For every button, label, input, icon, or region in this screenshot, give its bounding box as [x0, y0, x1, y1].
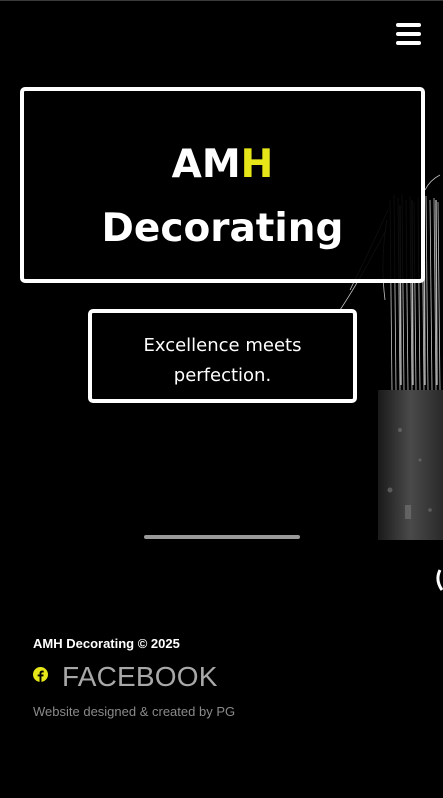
title-line-1: AMH: [24, 133, 421, 197]
site-title: AMH Decorating: [24, 133, 421, 261]
tagline-line-2: perfection.: [173, 365, 272, 386]
top-divider: [0, 0, 443, 1]
tagline: Excellence meets perfection.: [92, 331, 353, 391]
scroll-indicator: [144, 535, 300, 539]
hero-title-box: AMH Decorating: [20, 87, 425, 283]
menu-bar-middle: [396, 32, 421, 36]
title-part-1: AM: [171, 142, 241, 187]
facebook-icon: [33, 666, 48, 682]
copyright-text: AMH Decorating © 2025: [33, 636, 180, 651]
menu-bar-bottom: [396, 41, 421, 45]
page: AMH Decorating Excellence meets perfecti…: [0, 0, 443, 798]
facebook-link[interactable]: FACEBOOK: [33, 660, 218, 694]
title-line-2: Decorating: [101, 206, 344, 251]
title-accent-letter: H: [240, 142, 274, 187]
menu-bar-top: [396, 23, 421, 27]
tagline-box: Excellence meets perfection.: [88, 309, 357, 403]
designer-credit: Website designed & created by PG: [33, 704, 236, 719]
facebook-label: FACEBOOK: [62, 661, 218, 692]
menu-button[interactable]: [394, 20, 424, 48]
tagline-line-1: Excellence meets: [143, 335, 302, 356]
